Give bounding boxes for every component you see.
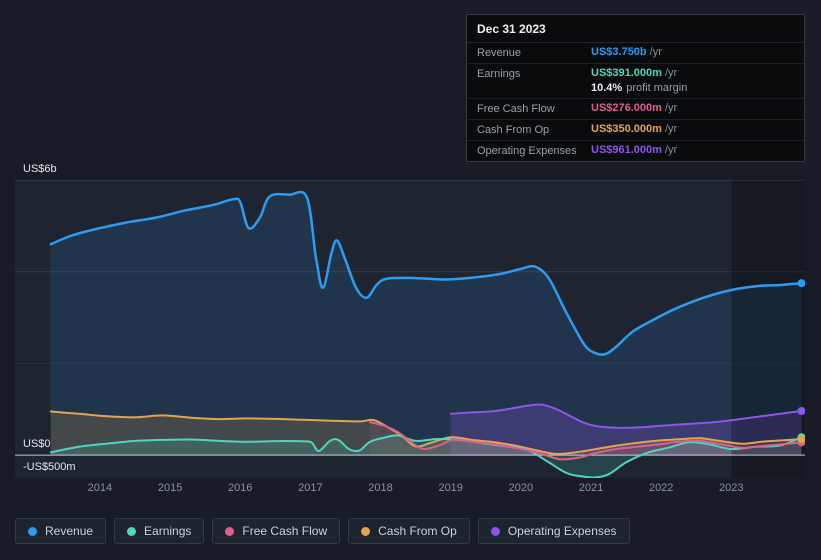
cash-from-op-legend-dot <box>361 526 371 536</box>
x-axis-label: 2014 <box>87 482 113 494</box>
x-axis-label: 2015 <box>157 482 183 494</box>
tooltip-row-earnings: Earnings US$391.000m/yr 10.4% profit marg… <box>467 64 804 99</box>
free-cash-flow-value-suffix: /yr <box>664 102 678 114</box>
earnings-legend-dot <box>127 526 137 536</box>
x-axis-label: 2017 <box>298 482 323 494</box>
x-axis-label: 2016 <box>227 482 253 494</box>
x-axis-label: 2019 <box>438 482 463 494</box>
cash-from-op-value: US$350.000m <box>591 123 662 135</box>
legend-item-free-cash-flow[interactable]: Free Cash Flow <box>212 518 341 544</box>
free-cash-flow-value: US$276.000m <box>591 102 662 114</box>
revenue-value-suffix: /yr <box>649 46 662 58</box>
y-axis-label: US$6b <box>23 163 57 175</box>
chart-plot[interactable]: US$6b US$0 -US$500m <box>15 163 805 478</box>
legend-item-earnings[interactable]: Earnings <box>114 518 205 544</box>
tooltip-row-cash-from-op: Cash From Op US$350.000m/yr <box>467 120 804 141</box>
legend-label-operating-expenses: Operating Expenses <box>507 524 617 538</box>
legend-label-cash-from-op: Cash From Op <box>378 524 457 538</box>
operating-expenses-value: US$961.000m <box>591 144 662 156</box>
legend-item-revenue[interactable]: Revenue <box>15 518 107 544</box>
tooltip-value-revenue: US$3.750b/yr <box>591 46 662 58</box>
profit-margin-value: 10.4% <box>591 82 623 94</box>
operating-expenses-value-suffix: /yr <box>664 144 678 156</box>
earnings-value: US$391.000m <box>591 67 662 79</box>
chart-legend: Revenue Earnings Free Cash Flow Cash Fro… <box>15 518 630 544</box>
profit-margin-label: profit margin <box>626 82 688 94</box>
legend-item-operating-expenses[interactable]: Operating Expenses <box>477 518 630 544</box>
legend-label-revenue: Revenue <box>45 524 94 538</box>
profit-margin-line: 10.4% profit margin <box>591 82 687 94</box>
legend-label-earnings: Earnings <box>144 524 192 538</box>
tooltip-value-operating-expenses: US$961.000m/yr <box>591 144 677 156</box>
tooltip-value-earnings: US$391.000m/yr 10.4% profit margin <box>591 67 687 94</box>
earnings-value-line: US$391.000m/yr <box>591 67 687 79</box>
legend-item-cash-from-op[interactable]: Cash From Op <box>348 518 470 544</box>
x-axis-label: 2018 <box>368 482 393 494</box>
earnings-value-suffix: /yr <box>664 67 678 79</box>
y-axis-label: US$0 <box>23 438 51 450</box>
earnings-revenue-history-chart: US$6b US$0 -US$500m 2014 2015 2016 2017 2018 20… <box>0 0 821 560</box>
x-axis-label: 2023 <box>719 482 744 494</box>
free-cash-flow-legend-dot <box>225 526 235 536</box>
x-axis-label: 2022 <box>648 482 674 494</box>
revenue-legend-dot <box>28 526 37 536</box>
y-axis-label: -US$500m <box>23 461 76 473</box>
tooltip-label-free-cash-flow: Free Cash Flow <box>477 103 555 115</box>
tooltip-value-free-cash-flow: US$276.000m/yr <box>591 102 677 114</box>
x-axis-label: 2021 <box>578 482 604 494</box>
tooltip-label-revenue: Revenue <box>477 47 522 59</box>
tooltip-row-operating-expenses: Operating Expenses US$961.000m/yr <box>467 141 804 161</box>
tooltip-row-free-cash-flow: Free Cash Flow US$276.000m/yr <box>467 99 804 120</box>
tooltip-date: Dec 31 2023 <box>467 15 804 43</box>
chart-svg[interactable] <box>15 180 805 478</box>
operating-expenses-legend-dot <box>490 526 500 536</box>
x-axis-label: 2020 <box>508 482 534 494</box>
forecast-shade <box>731 180 805 478</box>
tooltip-label-cash-from-op: Cash From Op <box>477 124 550 136</box>
tooltip-value-cash-from-op: US$350.000m/yr <box>591 123 677 135</box>
tooltip-label-operating-expenses: Operating Expenses <box>477 145 577 157</box>
cash-from-op-value-suffix: /yr <box>664 123 678 135</box>
tooltip-label-earnings: Earnings <box>477 68 521 80</box>
legend-label-free-cash-flow: Free Cash Flow <box>242 524 328 538</box>
revenue-value: US$3.750b <box>591 46 647 58</box>
tooltip-row-revenue: Revenue US$3.750b/yr <box>467 43 804 64</box>
data-tooltip: Dec 31 2023 Revenue US$3.750b/yr Earning… <box>466 14 805 162</box>
x-axis: 2014 2015 2016 2017 2018 2019 2020 2021 2022 2023 <box>15 482 805 496</box>
